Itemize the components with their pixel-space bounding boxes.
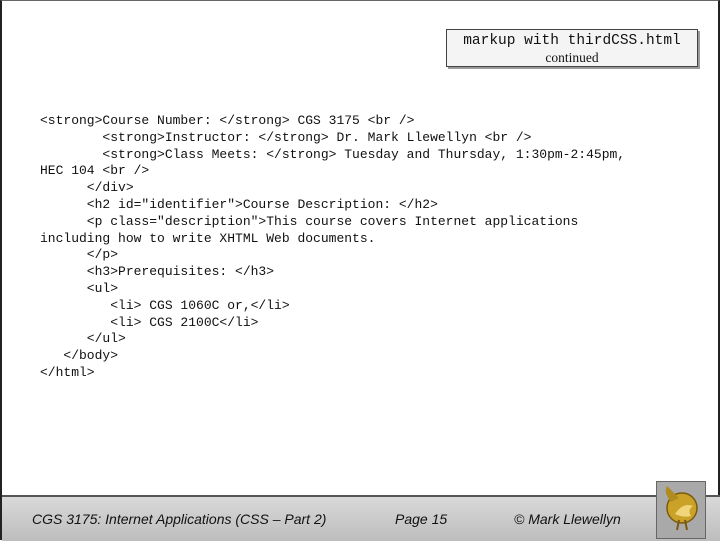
slide-subtitle: continued <box>545 50 599 65</box>
footer-author: © Mark Llewellyn <box>514 511 621 527</box>
slide: markup with thirdCSS.html continued <str… <box>0 0 720 541</box>
code-listing: <strong>Course Number: </strong> CGS 317… <box>40 113 700 382</box>
code-line: <h2 id="identifier">Course Description: … <box>40 196 438 212</box>
footer-bar: CGS 3175: Internet Applications (CSS – P… <box>2 495 720 541</box>
slide-title: markup with thirdCSS.html <box>463 33 681 49</box>
code-line: </div> <box>40 180 134 196</box>
code-line: </ul> <box>40 331 126 347</box>
footer-page-number: Page 15 <box>395 511 448 527</box>
code-line: <li> CGS 2100C</li> <box>40 314 259 330</box>
code-line: </html> <box>40 364 95 380</box>
code-line: HEC 104 <br /> <box>40 163 150 179</box>
code-line: </body> <box>40 348 119 364</box>
footer-course: CGS 3175: Internet Applications (CSS – P… <box>32 511 327 527</box>
code-line: <ul> <box>40 280 119 296</box>
code-line: <strong>Instructor: </strong> Dr. Mark L… <box>40 129 532 145</box>
code-line: <strong>Course Number: </strong> CGS 317… <box>40 113 415 128</box>
pegasus-logo-icon <box>656 481 706 539</box>
code-line: </p> <box>40 247 119 263</box>
slide-title-box: markup with thirdCSS.html continued <box>446 29 698 67</box>
code-line: <h3>Prerequisites: </h3> <box>40 264 275 280</box>
code-line: including how to write XHTML Web documen… <box>40 230 376 246</box>
code-line: <strong>Class Meets: </strong> Tuesday a… <box>40 146 626 162</box>
code-line: <li> CGS 1060C or,</li> <box>40 297 290 313</box>
code-line: <p class="description">This course cover… <box>40 213 579 229</box>
